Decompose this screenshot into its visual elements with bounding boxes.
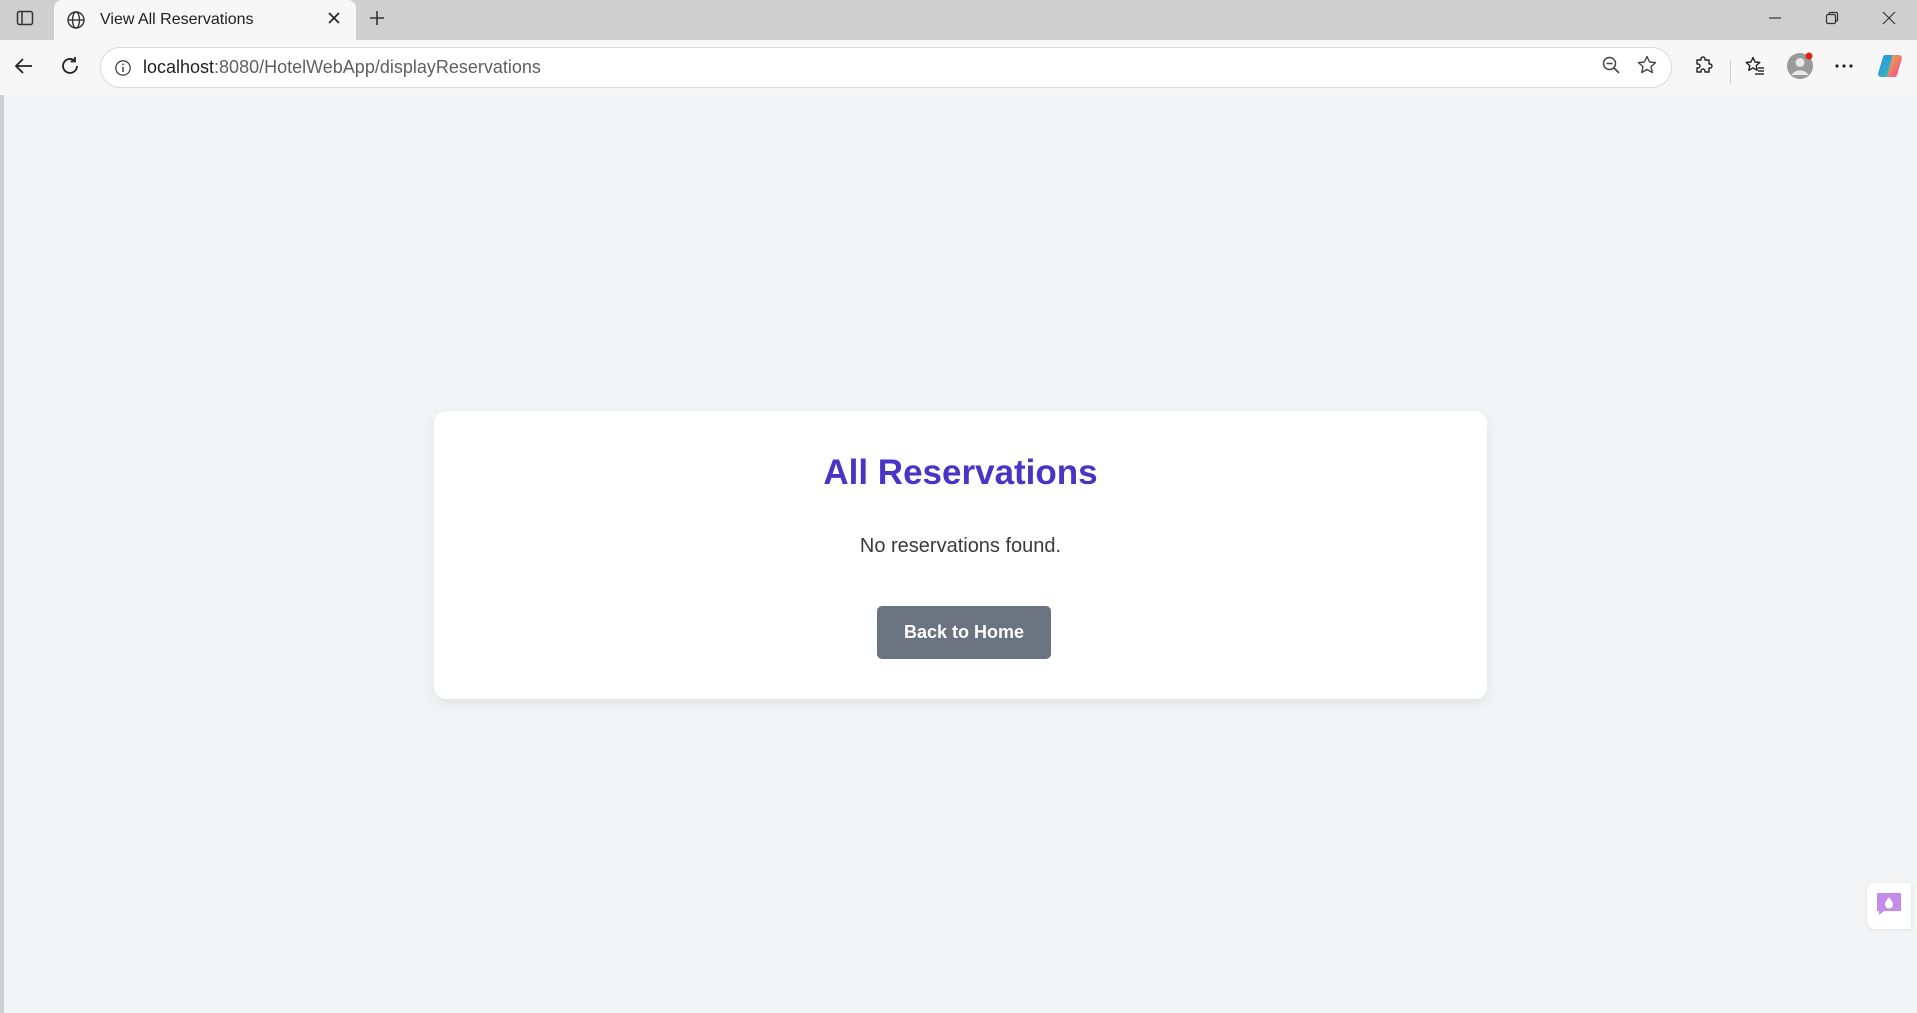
restore-icon (1825, 11, 1839, 30)
refresh-button[interactable] (52, 50, 88, 86)
url-text[interactable]: localhost:8080/HotelWebApp/displayReserv… (143, 57, 1593, 78)
reservations-card: All Reservations No reservations found. … (434, 411, 1487, 699)
tab-title: View All Reservations (100, 11, 254, 28)
favorites-button[interactable] (1737, 50, 1773, 86)
url-host: localhost (143, 57, 215, 77)
toolbar-divider (1730, 60, 1731, 84)
browser-toolbar: localhost:8080/HotelWebApp/displayReserv… (0, 40, 1917, 95)
star-icon (1636, 54, 1658, 81)
back-to-home-button[interactable]: Back to Home (877, 606, 1051, 659)
back-arrow-icon (13, 55, 35, 82)
close-icon (327, 11, 341, 30)
empty-state-message: No reservations found. (859, 535, 1062, 557)
info-icon[interactable] (111, 56, 135, 80)
more-button[interactable] (1826, 50, 1862, 86)
tab-actions-icon (16, 9, 34, 32)
tab-actions-button[interactable] (8, 6, 42, 34)
zoom-out-icon (1601, 55, 1621, 80)
chat-icon (1874, 890, 1904, 923)
more-icon (1833, 55, 1855, 82)
window-controls (1746, 0, 1917, 40)
new-tab-button[interactable] (362, 6, 392, 34)
active-tab[interactable]: View All Reservations (54, 0, 356, 40)
copilot-icon (1876, 52, 1904, 85)
tab-bar: View All Reservations (0, 0, 1917, 40)
page-title: All Reservations (823, 453, 1098, 492)
profile-button[interactable] (1782, 50, 1818, 86)
window-close-icon (1882, 11, 1896, 30)
minimize-button[interactable] (1746, 0, 1803, 40)
window-close-button[interactable] (1860, 0, 1917, 40)
refresh-icon (59, 55, 81, 82)
avatar-icon (1785, 51, 1815, 86)
puzzle-icon (1693, 55, 1715, 82)
page-viewport: All Reservations No reservations found. … (4, 95, 1917, 1013)
url-path: :8080/HotelWebApp/displayReservations (214, 57, 541, 77)
favorites-icon (1744, 55, 1766, 82)
minimize-icon (1768, 11, 1782, 30)
feedback-widget[interactable] (1867, 883, 1911, 929)
globe-icon (64, 8, 88, 32)
back-button[interactable] (6, 50, 42, 86)
restore-button[interactable] (1803, 0, 1860, 40)
zoom-out-button[interactable] (1593, 50, 1629, 86)
address-bar[interactable]: localhost:8080/HotelWebApp/displayReserv… (100, 47, 1672, 88)
copilot-button[interactable] (1872, 50, 1908, 86)
close-tab-button[interactable] (320, 6, 348, 34)
extensions-button[interactable] (1686, 50, 1722, 86)
favorite-button[interactable] (1629, 50, 1665, 86)
plus-icon (367, 8, 387, 33)
